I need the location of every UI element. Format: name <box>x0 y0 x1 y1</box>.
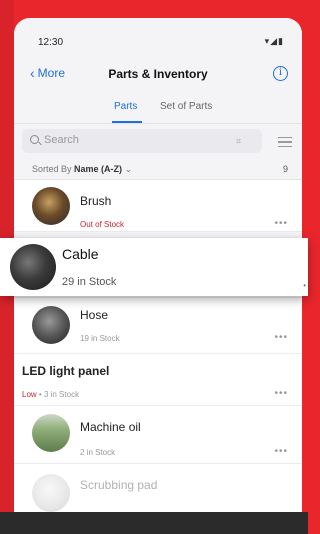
list-item[interactable]: LED light panel Low • 3 in Stock ••• <box>14 354 302 406</box>
item-name: Hose <box>80 308 109 322</box>
item-name: Scrubbing pad <box>80 478 158 492</box>
list-item[interactable]: Brush Out of Stock ••• <box>14 180 302 232</box>
more-icon[interactable]: ••• <box>274 332 288 343</box>
item-thumbnail <box>32 474 70 512</box>
sort-row: Sorted By Name (A-Z) ⌄ 9 <box>14 158 302 180</box>
search-row: Search ⌗ <box>14 124 302 158</box>
item-name: Brush <box>80 194 112 208</box>
list-item[interactable]: Scrubbing pad <box>14 464 302 518</box>
tab-parts[interactable]: Parts <box>114 101 137 112</box>
item-stock-count: 3 in Stock <box>43 390 80 399</box>
bottom-bar <box>0 512 308 534</box>
item-stock: Low • 3 in Stock <box>22 390 80 399</box>
active-tab-indicator <box>112 121 142 123</box>
page-title: Parts & Inventory <box>108 67 208 81</box>
item-thumbnail <box>32 414 70 452</box>
tab-set-of-parts[interactable]: Set of Parts <box>160 101 212 112</box>
list-item[interactable]: Hose 19 in Stock ••• <box>14 298 302 354</box>
sort-selector[interactable]: Sorted By Name (A-Z) ⌄ <box>32 164 132 175</box>
low-stock-badge: Low <box>22 390 37 399</box>
item-name: Cable <box>62 246 99 262</box>
more-icon[interactable]: ••• <box>274 446 288 457</box>
segmented-tabs: Parts Set of Parts <box>14 94 302 124</box>
more-icon[interactable]: • <box>303 281 306 290</box>
search-placeholder: Search <box>44 134 79 146</box>
item-name: Machine oil <box>80 420 141 434</box>
navigation-bar: ‹ More Parts & Inventory i <box>14 54 302 94</box>
filter-icon[interactable] <box>278 134 292 148</box>
info-icon[interactable]: i <box>273 66 288 81</box>
item-thumbnail <box>10 244 56 290</box>
item-thumbnail <box>32 187 70 225</box>
item-stock: 2 in Stock <box>80 448 116 457</box>
more-icon[interactable]: ••• <box>274 388 288 399</box>
item-name: LED light panel <box>22 364 110 378</box>
chevron-down-icon: ⌄ <box>124 164 133 174</box>
barcode-scan-icon[interactable]: ⌗ <box>236 136 241 147</box>
status-bar: 12:30 ▾◢▮ <box>14 18 302 54</box>
dragging-list-item[interactable]: Cable 29 in Stock • <box>0 238 308 296</box>
item-stock: 29 in Stock <box>62 276 117 288</box>
item-thumbnail <box>32 306 70 344</box>
item-stock: Out of Stock <box>80 220 125 229</box>
status-time: 12:30 <box>38 37 64 48</box>
item-count: 9 <box>282 164 288 174</box>
sort-value: Name (A-Z) <box>74 164 123 174</box>
more-icon[interactable]: ••• <box>274 218 288 229</box>
item-stock: 19 in Stock <box>80 334 120 343</box>
sort-prefix: Sorted By <box>32 164 72 174</box>
list-item[interactable]: Machine oil 2 in Stock ••• <box>14 406 302 464</box>
status-icons: ▾◢▮ <box>264 36 284 46</box>
search-icon <box>30 135 39 144</box>
